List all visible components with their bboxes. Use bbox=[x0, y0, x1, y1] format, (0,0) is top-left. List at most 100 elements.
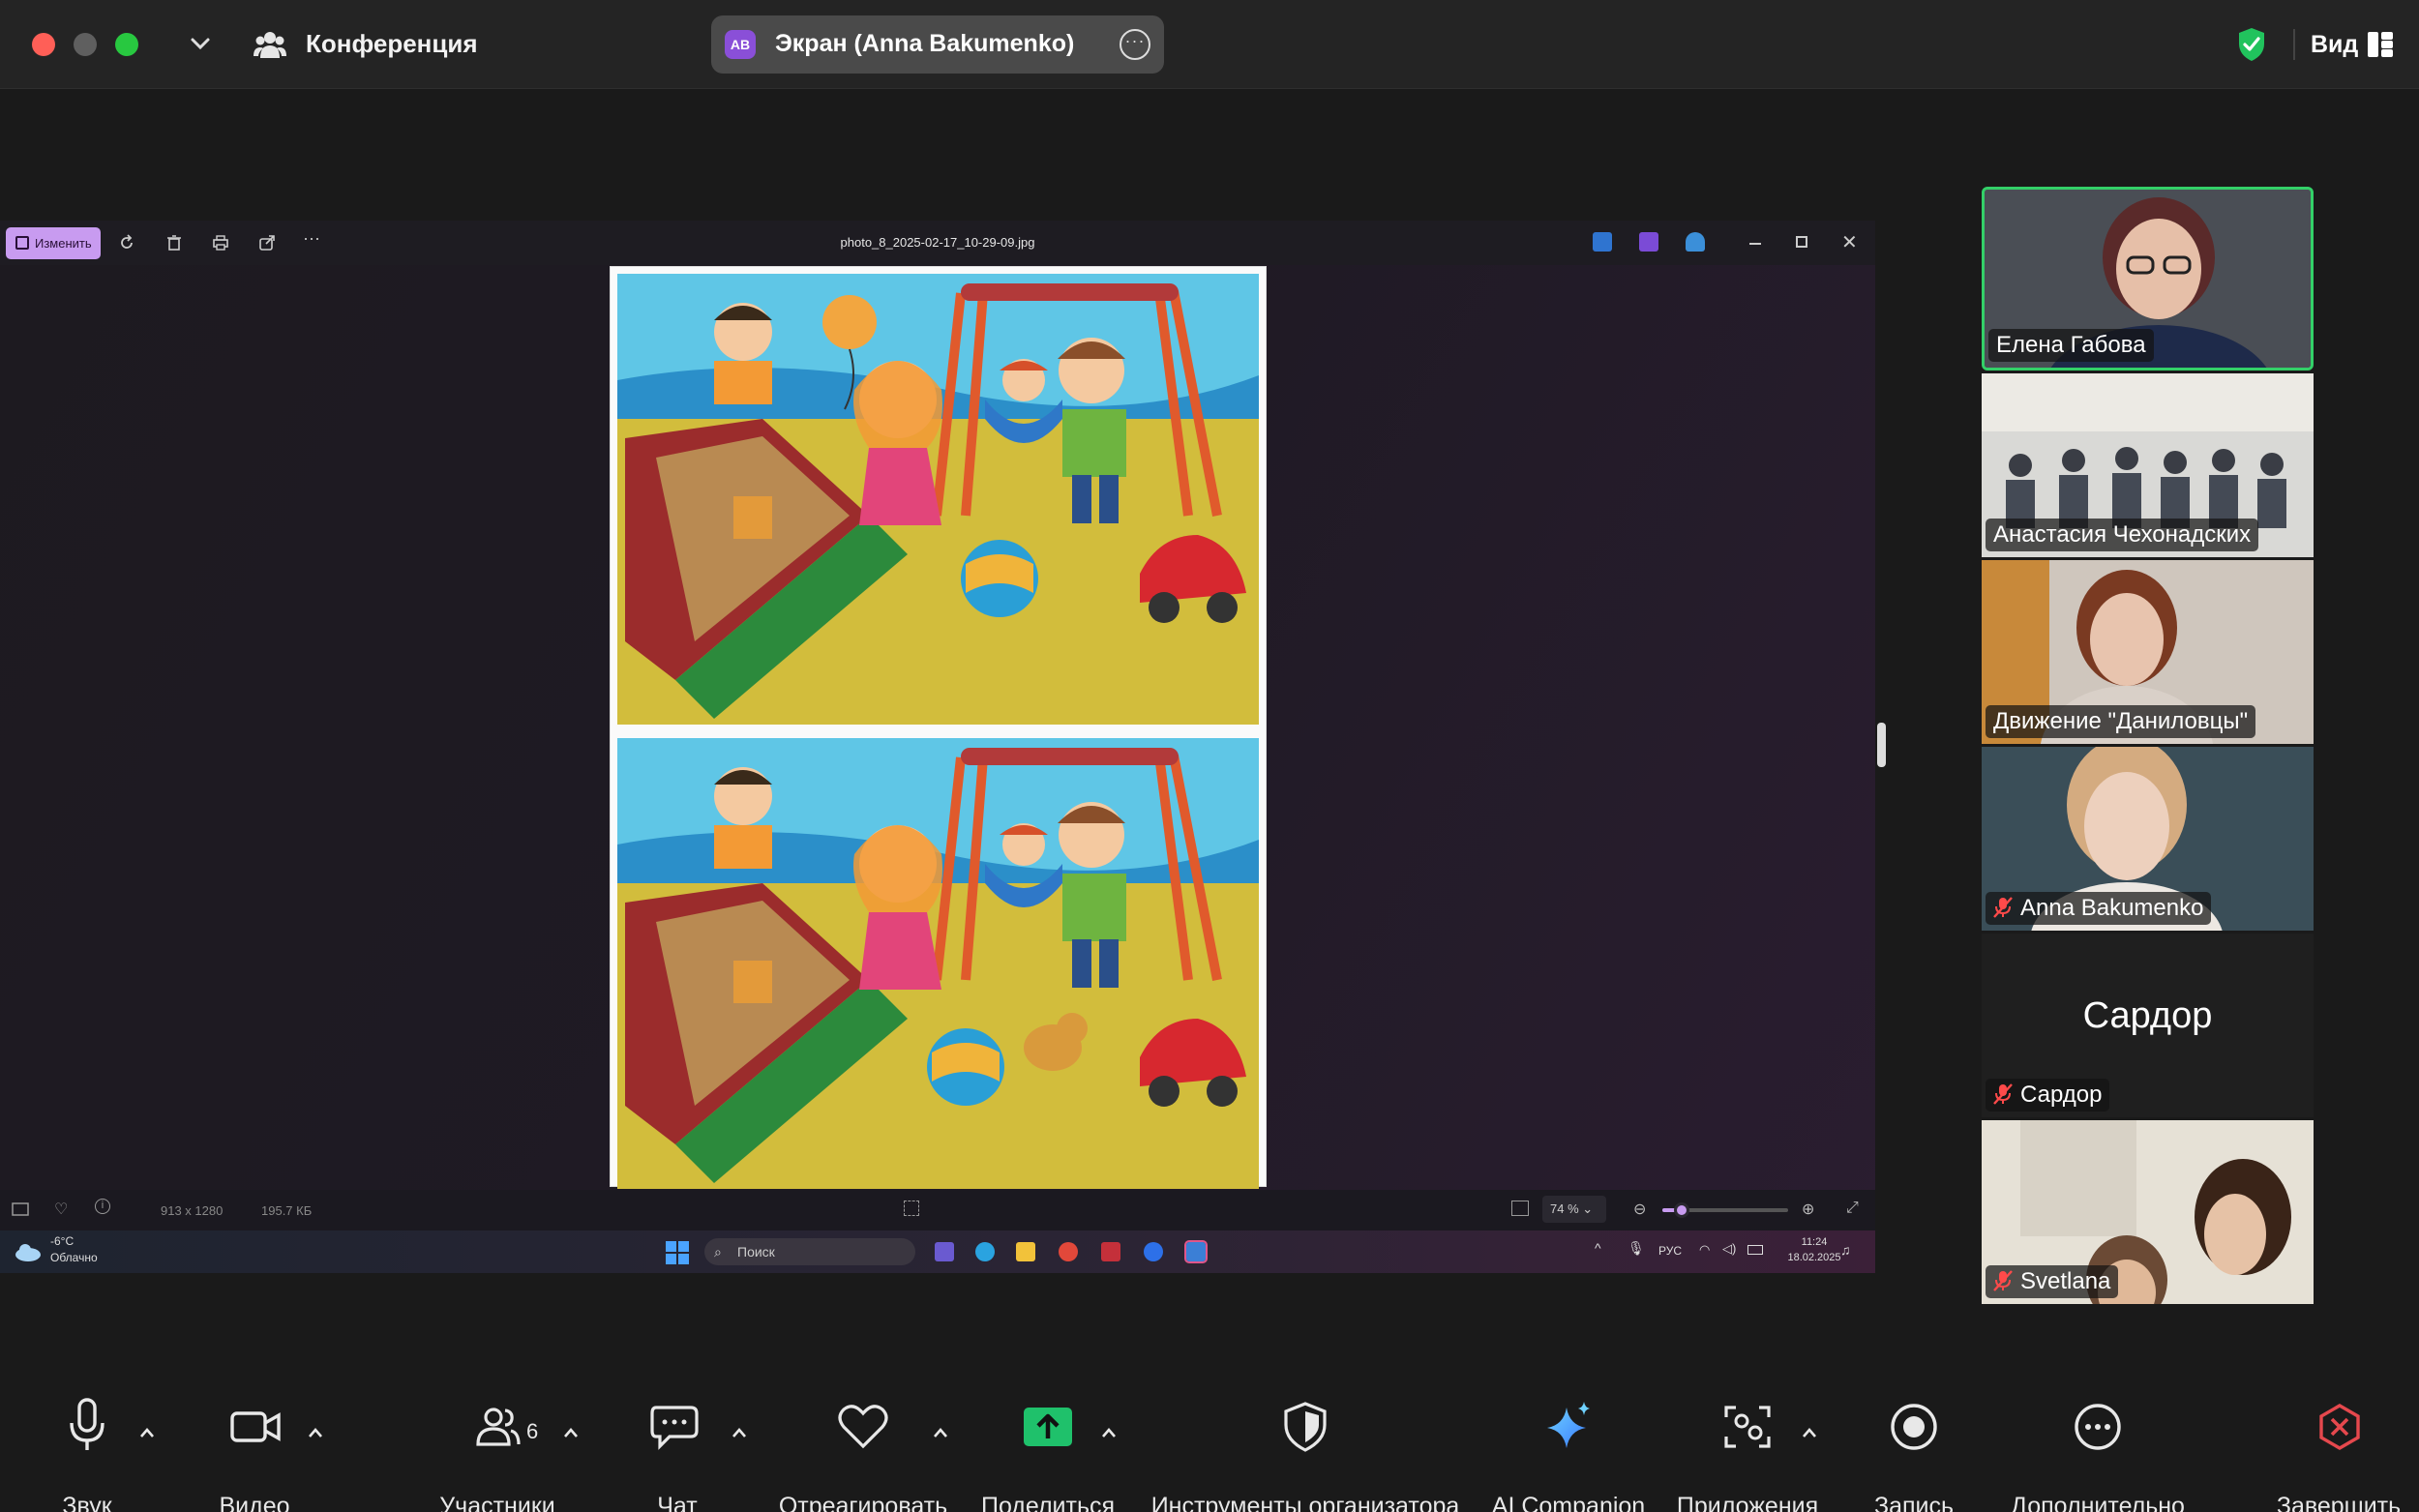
share-screen-icon bbox=[1024, 1408, 1072, 1446]
chrome-icon[interactable] bbox=[1059, 1242, 1078, 1261]
filmstrip-icon[interactable] bbox=[12, 1202, 29, 1216]
participant-name-label: Svetlana bbox=[1986, 1265, 2119, 1298]
ai-companion-label: AI Companion bbox=[1491, 1493, 1646, 1512]
react-label: Отреагировать bbox=[778, 1493, 948, 1512]
taskbar-search[interactable]: ⌕ Поиск bbox=[704, 1238, 915, 1265]
zoom-select[interactable]: 74 % ⌄ bbox=[1542, 1196, 1606, 1223]
participants-count: 6 bbox=[526, 1419, 539, 1443]
share-options-caret-icon[interactable] bbox=[1101, 1427, 1117, 1438]
onedrive-icon[interactable] bbox=[1686, 232, 1705, 252]
spot-the-difference-photo bbox=[610, 266, 1267, 1189]
clock-time[interactable]: 11:24 bbox=[1785, 1236, 1843, 1248]
zoom-meeting-window: Конференция AB Экран (Anna Bakumenko) ··… bbox=[0, 0, 2419, 1512]
record-label: Запись bbox=[1873, 1493, 1955, 1512]
zoom-app-icon[interactable] bbox=[1144, 1242, 1163, 1261]
share-label: Поделиться bbox=[980, 1493, 1116, 1512]
app-icon[interactable] bbox=[1101, 1242, 1120, 1261]
participant-name-label: Движение "Даниловцы" bbox=[1986, 705, 2256, 738]
chat-icon bbox=[650, 1406, 699, 1450]
participant-name: Svetlana bbox=[2020, 1268, 2111, 1294]
host-tools-label: Инструменты организатора bbox=[1150, 1493, 1460, 1512]
viewer-maximize-icon[interactable] bbox=[1796, 236, 1807, 248]
fullscreen-icon[interactable]: ⤢ bbox=[1846, 1200, 1859, 1217]
mic-muted-icon bbox=[1993, 1083, 2013, 1105]
favorite-icon[interactable]: ♡ bbox=[54, 1200, 68, 1219]
chat-options-caret-icon[interactable] bbox=[732, 1427, 747, 1438]
edit-app-icon[interactable] bbox=[1593, 232, 1612, 252]
maximize-window-button[interactable] bbox=[115, 33, 138, 56]
participant-name-label: Анастасия Чехонадских bbox=[1986, 519, 2259, 551]
zoom-out-icon[interactable]: ⊖ bbox=[1633, 1200, 1646, 1219]
participant-tile[interactable]: Svetlana bbox=[1982, 1120, 2314, 1304]
participant-avatar-name: Сардор bbox=[2082, 995, 2213, 1036]
clipchamp-icon[interactable] bbox=[1639, 232, 1658, 252]
file-explorer-icon[interactable] bbox=[1016, 1242, 1035, 1261]
microphone-icon[interactable]: 🎙 bbox=[1628, 1240, 1645, 1257]
participant-name: Anna Bakumenko bbox=[2020, 895, 2204, 921]
actual-size-icon[interactable] bbox=[1511, 1201, 1529, 1216]
zoom-slider[interactable] bbox=[1662, 1202, 1788, 1218]
battery-icon[interactable] bbox=[1747, 1245, 1763, 1255]
keyboard-language[interactable]: РУС bbox=[1658, 1244, 1682, 1258]
zoom-slider-thumb[interactable] bbox=[1674, 1202, 1689, 1218]
participant-tile[interactable]: Елена Габова bbox=[1982, 187, 2314, 371]
zoom-in-icon[interactable]: ⊕ bbox=[1802, 1200, 1814, 1219]
weather-temperature: -6°C bbox=[50, 1234, 75, 1248]
participant-tile[interactable]: Anna Bakumenko bbox=[1982, 747, 2314, 931]
more-options-icon[interactable]: ··· bbox=[1120, 29, 1150, 60]
participant-name: Елена Габова bbox=[1996, 332, 2146, 358]
photos-app-icon[interactable] bbox=[1184, 1240, 1208, 1263]
volume-icon[interactable]: ◁) bbox=[1722, 1241, 1736, 1257]
more-options-icon bbox=[2075, 1404, 2121, 1450]
teams-icon[interactable] bbox=[935, 1242, 954, 1261]
participant-tile[interactable]: Анастасия Чехонадских bbox=[1982, 373, 2314, 557]
close-window-button[interactable] bbox=[32, 33, 55, 56]
windows-start-icon[interactable] bbox=[666, 1241, 689, 1264]
info-icon[interactable]: i bbox=[95, 1199, 110, 1214]
layout-grid-icon[interactable] bbox=[2368, 32, 2393, 57]
chevron-up-icon[interactable]: ^ bbox=[1595, 1240, 1601, 1256]
notification-bell-icon[interactable]: ♫ bbox=[1840, 1242, 1851, 1258]
telegram-icon[interactable] bbox=[975, 1242, 995, 1261]
participant-name: Сардор bbox=[2020, 1082, 2103, 1108]
microphone-icon bbox=[70, 1398, 105, 1450]
video-options-caret-icon[interactable] bbox=[308, 1427, 323, 1438]
minimize-window-button[interactable] bbox=[74, 33, 97, 56]
splitter-handle[interactable] bbox=[1877, 723, 1886, 767]
chevron-down-icon[interactable] bbox=[190, 33, 211, 54]
view-menu-button[interactable]: Вид bbox=[2311, 31, 2358, 59]
record-icon bbox=[1891, 1404, 1937, 1450]
meeting-toolbar: Звук Видео Участники 6 Чат Отреагировать… bbox=[0, 1379, 2419, 1512]
viewer-close-icon[interactable]: ✕ bbox=[1841, 230, 1858, 254]
toolbar-divider bbox=[2293, 29, 2295, 60]
shared-screen: Изменить ··· photo_8_2025-02-17_10-29-09… bbox=[0, 221, 1875, 1273]
participant-tile[interactable]: Движение "Даниловцы" bbox=[1982, 560, 2314, 744]
audio-options-caret-icon[interactable] bbox=[139, 1427, 155, 1438]
viewer-minimize-icon[interactable] bbox=[1749, 243, 1761, 245]
participant-tile[interactable]: Сардор Сардор bbox=[1982, 934, 2314, 1117]
meeting-people-icon bbox=[254, 32, 286, 58]
participants-options-caret-icon[interactable] bbox=[563, 1427, 579, 1438]
react-options-caret-icon[interactable] bbox=[933, 1427, 948, 1438]
audio-label: Звук bbox=[62, 1493, 112, 1512]
apps-options-caret-icon[interactable] bbox=[1802, 1427, 1817, 1438]
wifi-icon[interactable]: ◠ bbox=[1699, 1242, 1710, 1258]
image-dimensions: 913 x 1280 bbox=[161, 1203, 224, 1218]
participant-name-label: Сардор bbox=[1986, 1079, 2110, 1112]
more-label: Дополнительно bbox=[2011, 1493, 2185, 1512]
file-size: 195.7 КБ bbox=[261, 1203, 313, 1218]
security-shield-icon[interactable] bbox=[2237, 27, 2266, 62]
windows-taskbar: -6°C Облачно ⌕ Поиск ^ 🎙 РУС ◠ ◁) 11:24 1… bbox=[0, 1230, 1875, 1273]
participant-name: Анастасия Чехонадских bbox=[1993, 521, 2252, 548]
search-placeholder: Поиск bbox=[737, 1244, 775, 1260]
picture-bottom bbox=[617, 738, 1259, 1189]
host-tools-shield-icon bbox=[1284, 1402, 1327, 1452]
apps-label: Приложения bbox=[1676, 1493, 1819, 1512]
video-label: Видео bbox=[219, 1493, 290, 1512]
apps-icon bbox=[1724, 1406, 1771, 1448]
chat-label: Чат bbox=[657, 1493, 698, 1512]
fit-screen-icon[interactable] bbox=[904, 1201, 919, 1216]
weather-condition: Облачно bbox=[50, 1251, 98, 1264]
participant-name-label: Елена Габова bbox=[1988, 329, 2154, 362]
screen-share-indicator[interactable]: AB Экран (Anna Bakumenko) ··· bbox=[711, 15, 1164, 74]
